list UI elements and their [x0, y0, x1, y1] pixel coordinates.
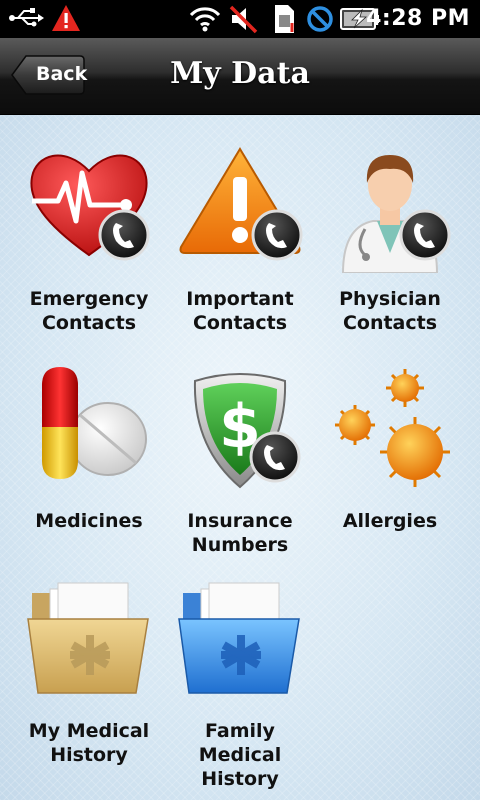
title-bar: Back My Data: [0, 38, 480, 115]
tile-medicines[interactable]: Medicines: [14, 365, 164, 565]
doctor-phone-icon: [341, 155, 451, 273]
wifi-icon: [189, 7, 221, 32]
tile-label: Medicines: [35, 510, 143, 532]
usb-icon: [9, 8, 44, 27]
tile-label: Emergency Contacts: [29, 288, 149, 334]
tile-allergies[interactable]: Allergies: [315, 365, 465, 565]
tile-label: Important Contacts: [186, 288, 294, 334]
tile-my-medical-history[interactable]: My Medical History: [14, 575, 164, 775]
data-grid: Emergency Contacts Important Contacts Ph…: [0, 115, 480, 800]
warning-icon: [52, 5, 80, 31]
tile-physician-contacts[interactable]: Physician Contacts: [315, 143, 465, 343]
pollen-icon: [335, 369, 450, 487]
dollar-shield-phone-icon: $: [193, 373, 301, 489]
tile-label: Insurance Numbers: [187, 510, 293, 556]
no-signal-icon: [307, 6, 333, 32]
tile-family-medical-history[interactable]: Family Medical History: [165, 575, 315, 790]
sim-icon: [275, 5, 294, 33]
tile-label: Family Medical History: [198, 720, 282, 790]
tile-label: My Medical History: [28, 720, 150, 766]
family-medical-folder-icon: [178, 582, 300, 694]
muted-icon: [229, 5, 258, 34]
page-title: My Data: [170, 56, 310, 91]
tile-insurance-numbers[interactable]: $ Insurance Numbers: [165, 365, 315, 565]
warning-phone-icon: [179, 147, 303, 261]
tile-label: Allergies: [342, 510, 438, 532]
status-bar: 4:28 PM: [0, 0, 480, 38]
tile-label: Physician Contacts: [339, 288, 441, 334]
medical-folder-icon: [27, 582, 149, 694]
status-time: 4:28 PM: [366, 6, 470, 31]
tile-important-contacts[interactable]: Important Contacts: [165, 143, 315, 343]
tile-emergency-contacts[interactable]: Emergency Contacts: [14, 143, 164, 343]
heartbeat-phone-icon: [30, 154, 150, 261]
pills-icon: [42, 367, 147, 479]
